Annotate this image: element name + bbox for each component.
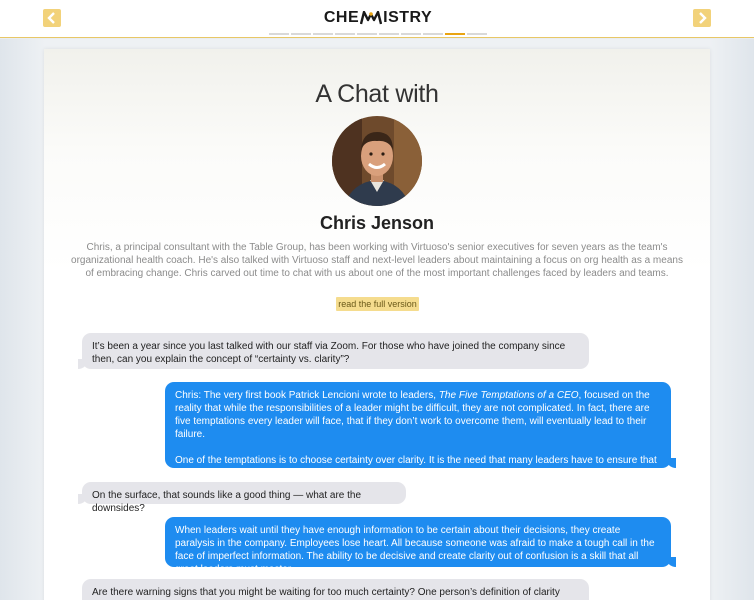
page-progress <box>269 33 487 36</box>
answer-bubble: Chris: The very first book Patrick Lenci… <box>165 382 676 479</box>
book-title: The Five Temptations of a CEO <box>438 390 579 401</box>
progress-segment-active <box>445 33 465 35</box>
portrait-image <box>332 116 422 206</box>
answer-bubble: When leaders wait until they have enough… <box>165 517 676 575</box>
intro-paragraph: Chris, a principal consultant with the T… <box>71 242 683 279</box>
answer-text: When leaders wait until they have enough… <box>175 525 655 575</box>
question-text: On the surface, that sounds like a good … <box>92 490 362 514</box>
interviewee-name: Chris Jenson <box>319 213 435 233</box>
progress-segment <box>357 33 377 35</box>
avatar <box>332 116 422 206</box>
progress-segment <box>401 33 421 35</box>
chemistry-logo[interactable]: CHE ISTRY <box>322 8 434 28</box>
question-text: It’s been a year since you last talked w… <box>92 341 566 365</box>
question-bubble: It’s been a year since you last talked w… <box>78 333 589 369</box>
question-bubble: On the surface, that sounds like a good … <box>78 482 406 514</box>
logo-text-right: ISTRY <box>383 9 433 26</box>
article-title: A Chat with <box>315 80 439 108</box>
chevron-left-icon <box>47 12 55 24</box>
progress-segment <box>379 33 399 35</box>
progress-segment <box>313 33 333 35</box>
progress-segment <box>467 33 487 35</box>
logo-m-icon <box>360 11 383 25</box>
progress-segment <box>269 33 289 35</box>
next-page-button[interactable] <box>693 9 711 27</box>
question-bubble: Are there warning signs that you might b… <box>82 579 589 600</box>
prev-page-button[interactable] <box>43 9 61 27</box>
chevron-right-icon <box>699 12 707 24</box>
progress-segment <box>335 33 355 35</box>
top-bar: CHE ISTRY <box>0 0 754 38</box>
logo-text-left: CHE <box>323 9 360 26</box>
progress-segment <box>423 33 443 35</box>
answer-paragraph: One of the temptations is to choose cert… <box>175 455 657 479</box>
answer-paragraph: Chris: The very first book Patrick Lenci… <box>175 389 661 441</box>
progress-segment <box>291 33 311 35</box>
answer-text: Chris: The very first book Patrick Lenci… <box>175 390 439 401</box>
question-text: Are there warning signs that you might b… <box>92 587 560 598</box>
read-full-version-button[interactable]: read the full version <box>336 297 419 311</box>
